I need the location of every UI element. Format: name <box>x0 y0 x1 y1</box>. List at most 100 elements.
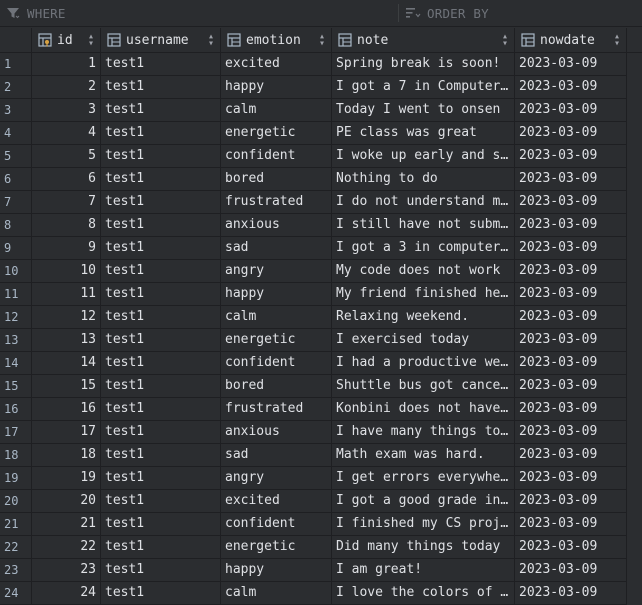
cell-nowdate[interactable]: 2023-03-09 <box>515 260 627 283</box>
cell-nowdate[interactable]: 2023-03-09 <box>515 53 627 76</box>
cell-username[interactable]: test1 <box>101 306 221 329</box>
cell-emotion[interactable]: confident <box>221 513 332 536</box>
cell-username[interactable]: test1 <box>101 214 221 237</box>
cell-nowdate[interactable]: 2023-03-09 <box>515 76 627 99</box>
table-row[interactable]: 10 10 test1 angry My code does not work 2023-… <box>0 260 627 283</box>
table-row[interactable]: 13 13 test1 energetic I exercised today 2023-… <box>0 329 627 352</box>
table-row[interactable]: 18 18 test1 sad Math exam was hard. 2023-03-0… <box>0 444 627 467</box>
where-filter[interactable]: WHERE <box>5 0 66 26</box>
column-header-username[interactable]: username ▴ ▾ <box>101 28 221 52</box>
cell-nowdate[interactable]: 2023-03-09 <box>515 237 627 260</box>
cell-id[interactable]: 11 <box>32 283 101 306</box>
cell-id[interactable]: 15 <box>32 375 101 398</box>
table-row[interactable]: 1111test1happyMy friend finished her wor… <box>0 283 627 306</box>
cell-emotion[interactable]: angry <box>221 467 332 490</box>
cell-nowdate[interactable]: 2023-03-09 <box>515 398 627 421</box>
cell-id[interactable]: 10 <box>32 260 101 283</box>
cell-id[interactable]: 16 <box>32 398 101 421</box>
cell-username[interactable]: test1 <box>101 444 221 467</box>
table-row[interactable]: 7 7 test1 frustrated I do not understand mat… <box>0 191 627 214</box>
cell-username[interactable]: test1 <box>101 53 221 76</box>
cell-emotion[interactable]: bored <box>221 168 332 191</box>
cell-nowdate[interactable]: 2023-03-09 <box>515 306 627 329</box>
column-header-id[interactable]: id ▴ ▾ <box>32 28 101 52</box>
cell-note[interactable]: I finished my CS project <box>332 513 515 536</box>
cell-note[interactable]: I got a 7 in Computer science <box>332 76 515 99</box>
cell-emotion[interactable]: frustrated <box>221 191 332 214</box>
cell-note[interactable]: Shuttle bus got cancelled <box>332 375 515 398</box>
cell-id[interactable]: 13 <box>32 329 101 352</box>
sort-toggle-icon[interactable]: ▴ ▾ <box>319 32 325 49</box>
table-row[interactable]: 17 17 test1 anxious I have many things to do… <box>0 421 627 444</box>
cell-username[interactable]: test1 <box>101 237 221 260</box>
cell-username[interactable]: test1 <box>101 582 221 605</box>
cell-nowdate[interactable]: 2023-03-09 <box>515 145 627 168</box>
cell-emotion[interactable]: excited <box>221 53 332 76</box>
cell-id[interactable]: 17 <box>32 421 101 444</box>
cell-emotion[interactable]: calm <box>221 99 332 122</box>
cell-note[interactable]: I had a productive week <box>332 352 515 375</box>
cell-id[interactable]: 23 <box>32 559 101 582</box>
cell-nowdate[interactable]: 2023-03-09 <box>515 283 627 306</box>
cell-emotion[interactable]: sad <box>221 444 332 467</box>
cell-note[interactable]: My code does not work <box>332 260 515 283</box>
cell-id[interactable]: 21 <box>32 513 101 536</box>
cell-emotion[interactable]: happy <box>221 76 332 99</box>
column-header-emotion[interactable]: emotion ▴ ▾ <box>221 28 332 52</box>
cell-id[interactable]: 14 <box>32 352 101 375</box>
table-row[interactable]: 3 3 test1 calm Today I went to onsen 2023-03-… <box>0 99 627 122</box>
cell-nowdate[interactable]: 2023-03-09 <box>515 375 627 398</box>
cell-emotion[interactable]: calm <box>221 582 332 605</box>
cell-id[interactable]: 4 <box>32 122 101 145</box>
sort-toggle-icon[interactable]: ▴ ▾ <box>88 32 94 49</box>
cell-note[interactable]: I got a 3 in computer science <box>332 237 515 260</box>
cell-nowdate[interactable]: 2023-03-09 <box>515 444 627 467</box>
cell-nowdate[interactable]: 2023-03-09 <box>515 191 627 214</box>
cell-note[interactable]: Relaxing weekend. <box>332 306 515 329</box>
cell-note[interactable]: Did many things today <box>332 536 515 559</box>
cell-note[interactable]: I woke up early and studied <box>332 145 515 168</box>
cell-username[interactable]: test1 <box>101 283 221 306</box>
cell-note[interactable]: PE class was great <box>332 122 515 145</box>
sort-toggle-icon[interactable]: ▴ ▾ <box>502 32 508 49</box>
cell-note[interactable]: Nothing to do <box>332 168 515 191</box>
cell-username[interactable]: test1 <box>101 122 221 145</box>
cell-nowdate[interactable]: 2023-03-09 <box>515 490 627 513</box>
cell-emotion[interactable]: happy <box>221 283 332 306</box>
cell-username[interactable]: test1 <box>101 145 221 168</box>
cell-id[interactable]: 6 <box>32 168 101 191</box>
cell-note[interactable]: Konbini does not have it <box>332 398 515 421</box>
cell-username[interactable]: test1 <box>101 490 221 513</box>
cell-id[interactable]: 24 <box>32 582 101 605</box>
cell-note[interactable]: I exercised today <box>332 329 515 352</box>
cell-emotion[interactable]: energetic <box>221 329 332 352</box>
cell-note[interactable]: I still have not submitted <box>332 214 515 237</box>
table-row[interactable]: 6 6 test1 bored Nothing to do 2023-03-09 <box>0 168 627 191</box>
cell-emotion[interactable]: energetic <box>221 122 332 145</box>
cell-id[interactable]: 7 <box>32 191 101 214</box>
sort-toggle-icon[interactable]: ▴ ▾ <box>208 32 214 49</box>
cell-note[interactable]: I have many things to do <box>332 421 515 444</box>
cell-emotion[interactable]: confident <box>221 145 332 168</box>
table-row[interactable]: 88test1anxiousI still have not submitted… <box>0 214 627 237</box>
cell-emotion[interactable]: bored <box>221 375 332 398</box>
cell-username[interactable]: test1 <box>101 260 221 283</box>
table-row[interactable]: 23 23 test1 happy I am great! 2023-03-09 <box>0 559 627 582</box>
cell-id[interactable]: 1 <box>32 53 101 76</box>
cell-username[interactable]: test1 <box>101 76 221 99</box>
cell-nowdate[interactable]: 2023-03-09 <box>515 122 627 145</box>
cell-id[interactable]: 3 <box>32 99 101 122</box>
cell-nowdate[interactable]: 2023-03-09 <box>515 99 627 122</box>
cell-note[interactable]: My friend finished her work <box>332 283 515 306</box>
cell-id[interactable]: 12 <box>32 306 101 329</box>
cell-nowdate[interactable]: 2023-03-09 <box>515 513 627 536</box>
cell-id[interactable]: 19 <box>32 467 101 490</box>
cell-note[interactable]: Spring break is soon! <box>332 53 515 76</box>
cell-emotion[interactable]: confident <box>221 352 332 375</box>
cell-nowdate[interactable]: 2023-03-09 <box>515 559 627 582</box>
cell-note[interactable]: Today I went to onsen <box>332 99 515 122</box>
cell-nowdate[interactable]: 2023-03-09 <box>515 467 627 490</box>
table-row[interactable]: 22test1happyI got a 7 in Computer scienc… <box>0 76 627 99</box>
cell-id[interactable]: 2 <box>32 76 101 99</box>
cell-username[interactable]: test1 <box>101 536 221 559</box>
